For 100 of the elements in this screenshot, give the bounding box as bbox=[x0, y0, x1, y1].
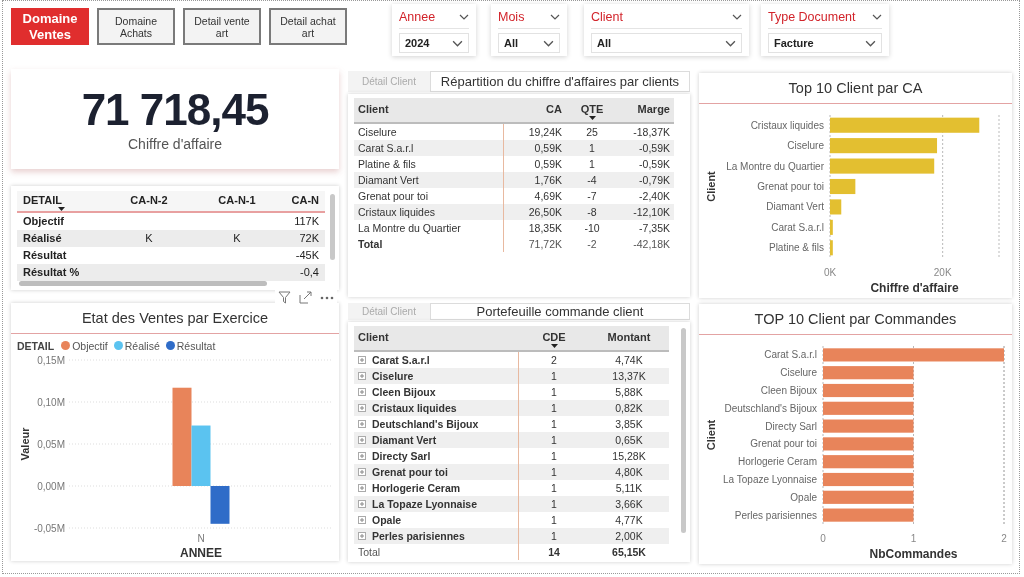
table-cell: 4,80K bbox=[589, 464, 669, 480]
chevron-icon bbox=[452, 39, 463, 47]
table-cell-text: 1 bbox=[550, 385, 558, 400]
expand-icon[interactable] bbox=[358, 404, 366, 412]
axis-label: Grenat pour toi bbox=[757, 181, 824, 192]
total-label: Total bbox=[354, 544, 519, 560]
table-cell-text: -2,40K bbox=[638, 189, 671, 204]
axis-label: Cristaux liquides bbox=[750, 119, 824, 131]
nav-button[interactable]: Detail achat art bbox=[269, 8, 347, 45]
table-title: Répartition du chiffre d'affaires par clients bbox=[429, 71, 690, 92]
column-header[interactable]: CA-N bbox=[281, 191, 325, 213]
dropdown[interactable]: 2024 bbox=[399, 33, 469, 53]
expand-icon[interactable] bbox=[358, 372, 366, 380]
tick-label: 2 bbox=[1001, 533, 1007, 544]
column-header[interactable]: Montant bbox=[589, 326, 669, 352]
expand-icon[interactable] bbox=[358, 436, 366, 444]
column-header[interactable]: Marge bbox=[618, 98, 674, 124]
table-cell: -12,10K bbox=[618, 204, 674, 220]
chart-title: Top 10 Client par CA bbox=[699, 73, 1012, 104]
dropdown[interactable]: Facture bbox=[768, 33, 882, 53]
table-cell: Cleen Bijoux bbox=[372, 386, 436, 398]
column-header[interactable]: DETAIL bbox=[17, 191, 105, 213]
chevron-icon bbox=[543, 39, 554, 47]
table-cell: 13,37K bbox=[589, 368, 669, 384]
axis-label: Carat S.a.r.l bbox=[771, 221, 824, 233]
chart-title: TOP 10 Client par Commandes bbox=[699, 304, 1012, 335]
expand-icon[interactable] bbox=[358, 468, 366, 476]
legend-label: Réalisé bbox=[124, 339, 160, 352]
table-cell-text: 1 bbox=[550, 449, 558, 464]
nav-button[interactable]: Domaine Ventes bbox=[11, 8, 89, 45]
expand-icon[interactable] bbox=[358, 484, 366, 492]
total-cell-text: 14 bbox=[547, 545, 561, 560]
more-options-icon[interactable] bbox=[320, 295, 334, 300]
total-cell-text: 71,72K bbox=[527, 237, 563, 252]
table-cell: Deutschland's Bijoux bbox=[372, 418, 479, 430]
table-cell-text: 1 bbox=[550, 481, 558, 496]
expand-icon[interactable] bbox=[358, 532, 366, 540]
table-cell: Grenat pour toi bbox=[372, 466, 448, 478]
column-header[interactable]: Client bbox=[354, 98, 504, 124]
table-cell-text: 4,69K bbox=[533, 189, 563, 204]
column-header[interactable]: Client bbox=[354, 326, 519, 352]
column-header[interactable]: CA-N-1 bbox=[193, 191, 281, 213]
axis-label: Platine & fils bbox=[768, 242, 824, 254]
filter-icon[interactable] bbox=[278, 291, 291, 304]
table-cell: Diamant Vert bbox=[354, 172, 504, 188]
table-cell: La Montre du Quartier bbox=[354, 220, 504, 236]
table-cell-text: -0,59K bbox=[638, 157, 671, 172]
table-cell: Opale bbox=[372, 514, 402, 526]
expand-icon[interactable] bbox=[358, 452, 366, 460]
expand-icon[interactable] bbox=[358, 500, 366, 508]
axis-title: ANNEE bbox=[180, 546, 222, 558]
expand-icon[interactable] bbox=[358, 516, 366, 524]
row-header: Résultat bbox=[22, 248, 68, 263]
axis-label: La Topaze Lyonnaise bbox=[723, 474, 817, 485]
filter-label: Client bbox=[591, 10, 623, 24]
table-cell: 1 bbox=[519, 432, 589, 448]
column-header[interactable]: QTE bbox=[566, 98, 618, 124]
table-cell-text: 3,85K bbox=[614, 417, 644, 432]
table-cell: 1 bbox=[519, 464, 589, 480]
tick-label: -0,05M bbox=[33, 522, 65, 534]
table-cell-text: 25 bbox=[585, 125, 599, 140]
table-cell-text: K bbox=[232, 231, 242, 246]
table-cell-text: -18,37K bbox=[632, 125, 671, 140]
table-cell: 3,66K bbox=[589, 496, 669, 512]
column-header[interactable]: CA-N-2 bbox=[105, 191, 193, 213]
expand-icon[interactable] bbox=[358, 420, 366, 428]
nav-button[interactable]: Detail vente art bbox=[183, 8, 261, 45]
filter-label: Mois bbox=[498, 10, 525, 24]
axis-title: Chiffre d'affaire bbox=[870, 281, 959, 295]
table-cell: 0,82K bbox=[589, 400, 669, 416]
nav-button[interactable]: Domaine Achats bbox=[97, 8, 175, 45]
table-cell-text: 1 bbox=[550, 417, 558, 432]
scrollbar[interactable] bbox=[330, 194, 335, 260]
table-cell-text: -45K bbox=[294, 248, 320, 263]
expand-icon[interactable] bbox=[358, 356, 366, 364]
column-header[interactable]: CDE bbox=[519, 326, 589, 352]
column-header[interactable]: CA bbox=[504, 98, 566, 124]
axis-label: Ciselure bbox=[780, 367, 817, 379]
table-cell: Cristaux liquides bbox=[372, 402, 457, 414]
dropdown[interactable]: All bbox=[498, 33, 560, 53]
scrollbar[interactable] bbox=[19, 281, 267, 286]
legend-label: Objectif bbox=[72, 339, 108, 352]
axis-label: Carat S.a.r.l bbox=[764, 349, 817, 361]
table-cell: 1,76K bbox=[504, 172, 566, 188]
expand-icon[interactable] bbox=[358, 388, 366, 396]
table-cell: 1 bbox=[519, 368, 589, 384]
table-cell-text: -10 bbox=[583, 221, 601, 236]
row-header: Réalisé bbox=[22, 231, 63, 246]
focus-mode-icon[interactable] bbox=[299, 291, 312, 304]
legend-label: Résultat bbox=[176, 339, 216, 352]
tick-label: 20K bbox=[933, 267, 952, 278]
tick-label: 0,15M bbox=[37, 354, 65, 366]
table-cell-text: 117K bbox=[293, 214, 320, 229]
table-cell-text: 0,59K bbox=[533, 157, 563, 172]
table-cell-text: -7 bbox=[586, 189, 598, 204]
sort-icon bbox=[550, 344, 558, 348]
axis-title: Valeur bbox=[19, 427, 31, 461]
table-cell: 2,00K bbox=[589, 528, 669, 544]
dropdown[interactable]: All bbox=[591, 33, 742, 53]
scrollbar[interactable] bbox=[681, 328, 686, 533]
